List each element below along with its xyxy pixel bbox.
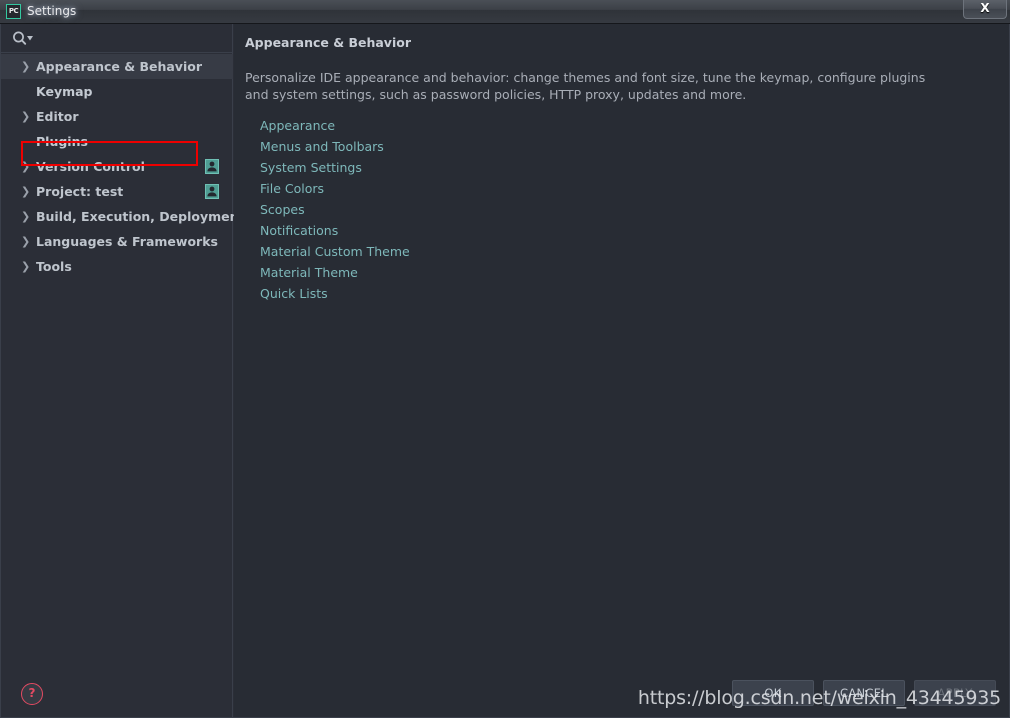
- close-icon[interactable]: X: [963, 0, 1007, 19]
- sidebar-item-version-control[interactable]: ❯ Version Control: [1, 154, 233, 179]
- content-link-file-colors[interactable]: File Colors: [260, 178, 324, 199]
- sidebar-item-plugins[interactable]: ❯Plugins: [1, 129, 233, 154]
- sidebar-item-label: Project: test: [36, 184, 124, 199]
- chevron-right-icon[interactable]: ❯: [21, 111, 36, 122]
- settings-sidebar: ❯Appearance & Behavior❯Keymap❯Editor❯Plu…: [1, 24, 244, 717]
- sidebar-item-label: Tools: [36, 259, 72, 274]
- title-bar: PC Settings X: [0, 0, 1010, 24]
- sidebar-item-label: Languages & Frameworks: [36, 234, 218, 249]
- tree-indent-spacer: ❯: [21, 136, 36, 147]
- content-link-scopes[interactable]: Scopes: [260, 199, 305, 220]
- ok-button[interactable]: OK: [732, 680, 814, 706]
- sidebar-item-label: Build, Execution, Deployment: [36, 209, 245, 224]
- user-badge-icon: [205, 184, 219, 199]
- sidebar-item-editor[interactable]: ❯ Editor: [1, 104, 233, 129]
- settings-content-panel: Appearance & Behavior Personalize IDE ap…: [234, 24, 1009, 717]
- search-icon[interactable]: [12, 31, 34, 46]
- sidebar-item-languages-frameworks[interactable]: ❯ Languages & Frameworks: [1, 229, 233, 254]
- settings-tree: ❯Appearance & Behavior❯Keymap❯Editor❯Plu…: [1, 54, 244, 279]
- sidebar-item-keymap[interactable]: ❯Keymap: [1, 79, 233, 104]
- sidebar-item-project-test[interactable]: ❯ Project: test: [1, 179, 233, 204]
- chevron-right-icon[interactable]: ❯: [21, 261, 36, 272]
- chevron-right-icon[interactable]: ❯: [21, 61, 36, 72]
- chevron-right-icon[interactable]: ❯: [21, 161, 36, 172]
- content-link-notifications[interactable]: Notifications: [260, 220, 338, 241]
- sidebar-item-label: Plugins: [36, 134, 88, 149]
- user-badge-icon: [205, 159, 219, 174]
- sidebar-item-label: Appearance & Behavior: [36, 59, 202, 74]
- search-row: [1, 24, 232, 53]
- settings-window: PC Settings X ❯Appearance & Behavior❯Key…: [0, 0, 1010, 718]
- subsection-link-list: Appearance Menus and Toolbars System Setti…: [245, 115, 989, 304]
- chevron-right-icon[interactable]: ❯: [21, 236, 36, 247]
- content-link-system-settings[interactable]: System Settings: [260, 157, 362, 178]
- content-link-appearance[interactable]: Appearance: [260, 115, 335, 136]
- sidebar-item-appearance-behavior[interactable]: ❯ Appearance & Behavior: [1, 54, 233, 79]
- sidebar-item-label: Editor: [36, 109, 79, 124]
- title-bar-left: PC Settings: [4, 1, 82, 21]
- cancel-button[interactable]: CANCEL: [823, 680, 905, 706]
- pycharm-pc-icon: PC: [6, 3, 21, 19]
- search-input[interactable]: [37, 28, 223, 48]
- content-link-quick-lists[interactable]: Quick Lists: [260, 283, 328, 304]
- apply-button: APPLY: [914, 680, 996, 706]
- window-title: Settings: [27, 4, 77, 18]
- sidebar-item-tools[interactable]: ❯ Tools: [1, 254, 233, 279]
- dialog-button-bar: OK CANCEL APPLY: [732, 680, 996, 706]
- tree-indent-spacer: ❯: [21, 86, 36, 97]
- page-description: Personalize IDE appearance and behavior:…: [245, 70, 926, 102]
- sidebar-item-build-execution-deployment[interactable]: ❯ Build, Execution, Deployment: [1, 204, 244, 229]
- content-link-material-theme[interactable]: Material Theme: [260, 262, 358, 283]
- content-link-menus-and-toolbars[interactable]: Menus and Toolbars: [260, 136, 384, 157]
- sidebar-item-label: Keymap: [36, 84, 93, 99]
- chevron-right-icon[interactable]: ❯: [21, 186, 36, 197]
- settings-dialog: ❯Appearance & Behavior❯Keymap❯Editor❯Plu…: [0, 24, 1010, 718]
- content-link-material-custom-theme[interactable]: Material Custom Theme: [260, 241, 410, 262]
- help-icon[interactable]: ?: [21, 683, 43, 705]
- sidebar-item-label: Version Control: [36, 159, 145, 174]
- chevron-right-icon[interactable]: ❯: [21, 211, 36, 222]
- page-title: Appearance & Behavior: [245, 35, 411, 50]
